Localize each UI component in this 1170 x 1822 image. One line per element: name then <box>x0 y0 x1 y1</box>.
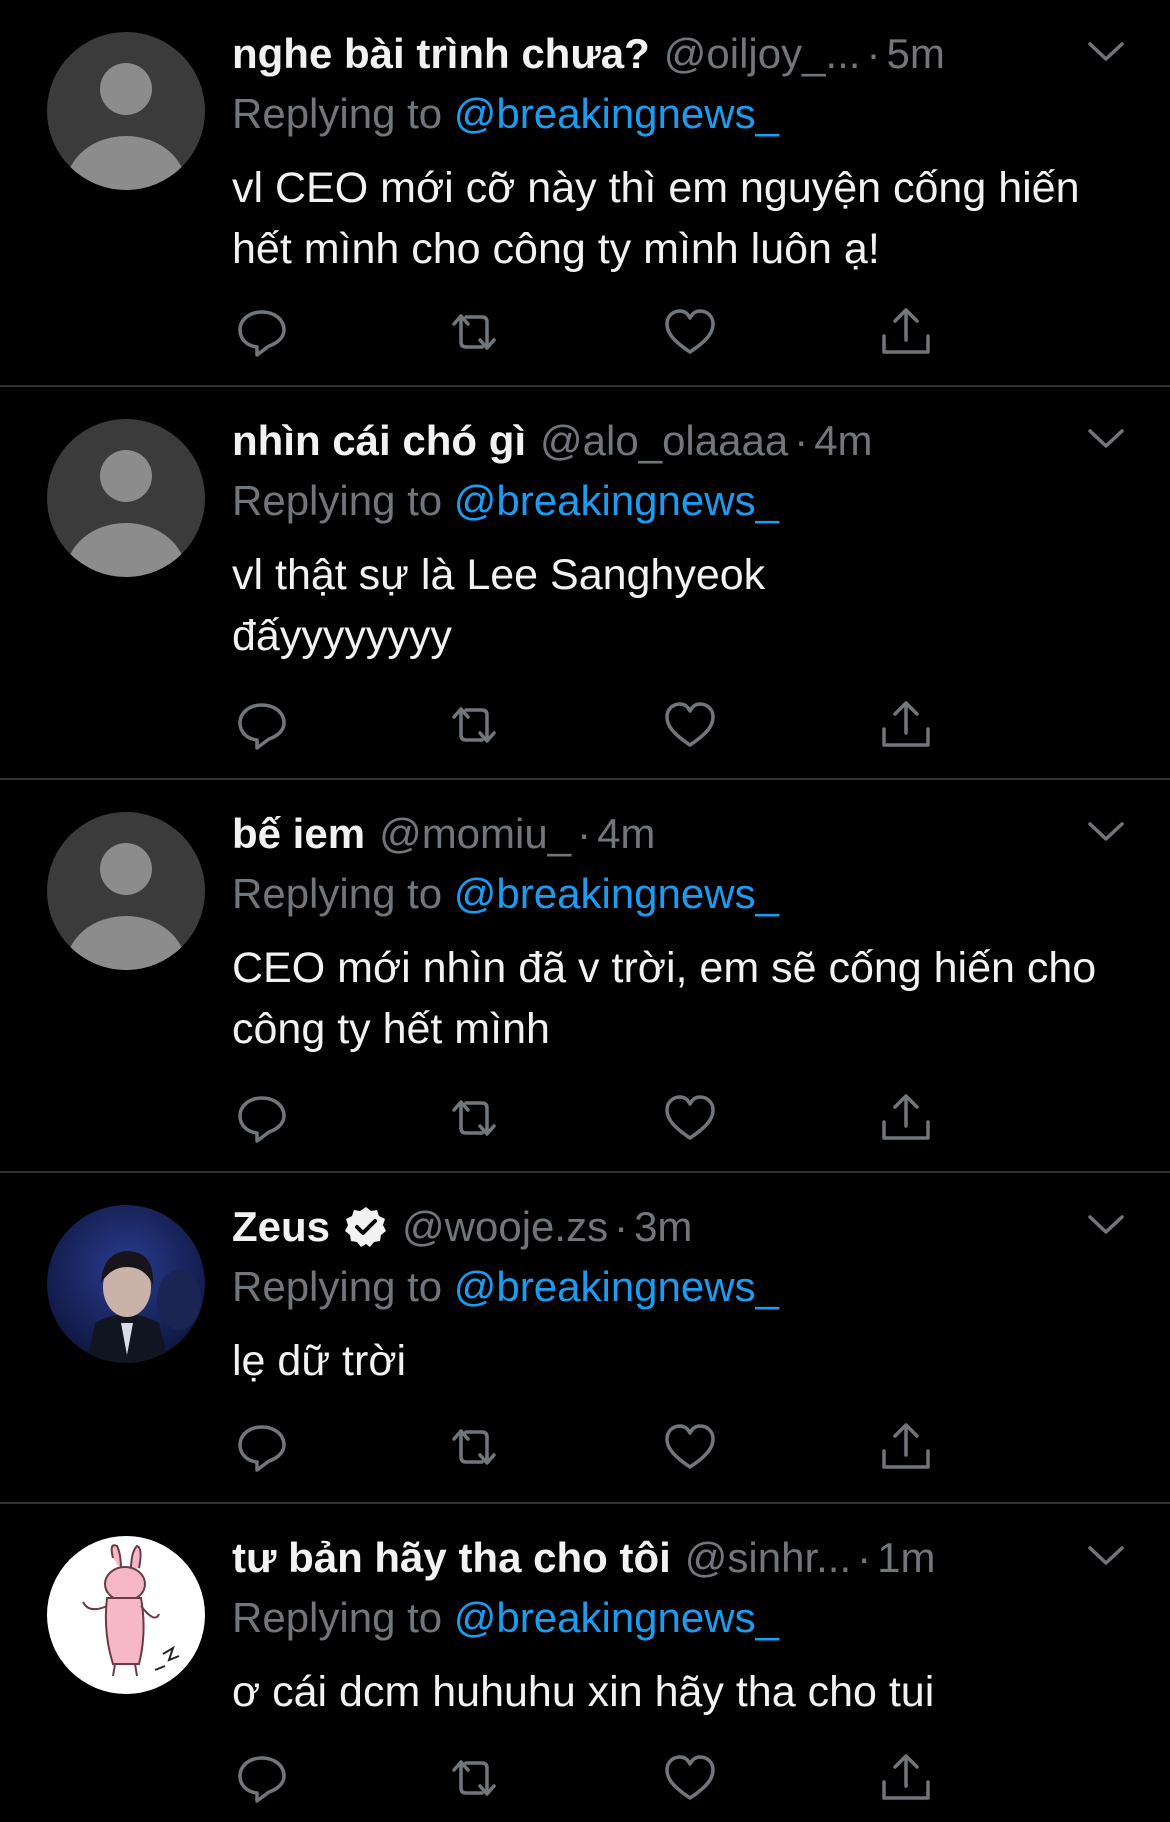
like-icon[interactable] <box>660 302 720 362</box>
chevron-down-icon[interactable] <box>1086 427 1126 451</box>
share-icon[interactable] <box>876 1088 936 1148</box>
tweet-text: CEO mới nhìn đã v trời, em sẽ cống hiến … <box>232 944 1097 1053</box>
retweet-icon[interactable] <box>444 695 504 755</box>
reply-icon[interactable] <box>232 1417 292 1477</box>
mention-link[interactable]: @breakingnews_ <box>454 1263 779 1310</box>
display-name[interactable]: Zeus <box>232 1203 330 1251</box>
reply-icon[interactable] <box>232 1088 292 1148</box>
replying-to: Replying to @breakingnews_ <box>232 90 779 138</box>
retweet-icon[interactable] <box>444 1088 504 1148</box>
replying-to: Replying to @breakingnews_ <box>232 1594 779 1642</box>
retweet-icon[interactable] <box>444 1748 504 1808</box>
retweet-icon[interactable] <box>444 302 504 362</box>
mention-link[interactable]: @breakingnews_ <box>454 477 779 524</box>
tweet-actions <box>232 1748 992 1808</box>
chevron-down-icon[interactable] <box>1086 40 1126 64</box>
tweet-header: tư bản hãy tha cho tôi @sinhr... · 1m <box>232 1534 935 1582</box>
timestamp[interactable]: 4m <box>597 810 655 858</box>
like-icon[interactable] <box>660 695 720 755</box>
default-avatar[interactable] <box>47 32 205 190</box>
tweet-header: nghe bài trình chưa? @oiljoy_... · 5m <box>232 30 945 78</box>
user-handle[interactable]: @sinhr... <box>685 1534 851 1582</box>
display-name[interactable]: bế iem <box>232 810 365 858</box>
default-avatar[interactable] <box>47 812 205 970</box>
share-icon[interactable] <box>876 302 936 362</box>
timestamp[interactable]: 1m <box>877 1534 935 1582</box>
replying-to-label: Replying to <box>232 90 443 137</box>
replying-to-label: Replying to <box>232 1263 443 1310</box>
photo-avatar[interactable] <box>47 1205 205 1363</box>
tweet-text: vl CEO mới cỡ này thì em nguyện cống hiế… <box>232 164 1080 273</box>
chevron-down-icon[interactable] <box>1086 820 1126 844</box>
reply-icon[interactable] <box>232 302 292 362</box>
tweet[interactable]: bế iem @momiu_ · 4m Replying to @breakin… <box>0 780 1170 1173</box>
share-icon[interactable] <box>876 695 936 755</box>
tweet-text: vl thật sự là Lee Sanghyeok đấyyyyyyyy <box>232 551 766 660</box>
display-name[interactable]: nhìn cái chó gì <box>232 417 526 465</box>
mention-link[interactable]: @breakingnews_ <box>454 870 779 917</box>
tweet-actions <box>232 695 992 755</box>
user-handle[interactable]: @wooje.zs <box>402 1203 608 1251</box>
tweet-text: ơ cái dcm huhuhu xin hãy tha cho tui <box>232 1668 935 1716</box>
chevron-down-icon[interactable] <box>1086 1544 1126 1568</box>
tweet-header: nhìn cái chó gì @alo_olaaaa · 4m <box>232 417 873 465</box>
replying-to-label: Replying to <box>232 477 443 524</box>
replying-to-label: Replying to <box>232 1594 443 1641</box>
like-icon[interactable] <box>660 1417 720 1477</box>
replying-to: Replying to @breakingnews_ <box>232 1263 779 1311</box>
timestamp[interactable]: 3m <box>634 1203 692 1251</box>
reply-icon[interactable] <box>232 695 292 755</box>
replying-to-label: Replying to <box>232 870 443 917</box>
user-handle[interactable]: @alo_olaaaa <box>540 417 788 465</box>
timestamp[interactable]: 5m <box>886 30 944 78</box>
separator-dot: · <box>857 1534 872 1581</box>
drawing-avatar[interactable] <box>47 1536 205 1694</box>
user-handle[interactable]: @oiljoy_... <box>664 30 861 78</box>
tweet[interactable]: tư bản hãy tha cho tôi @sinhr... · 1m Re… <box>0 1504 1170 1822</box>
separator-dot: · <box>614 1203 629 1250</box>
mention-link[interactable]: @breakingnews_ <box>454 90 779 137</box>
chevron-down-icon[interactable] <box>1086 1213 1126 1237</box>
display-name[interactable]: tư bản hãy tha cho tôi <box>232 1534 671 1582</box>
reply-icon[interactable] <box>232 1748 292 1808</box>
tweet[interactable]: nghe bài trình chưa? @oiljoy_... · 5m Re… <box>0 0 1170 387</box>
tweet-text: lẹ dữ trời <box>232 1337 407 1385</box>
separator-dot: · <box>794 417 809 464</box>
share-icon[interactable] <box>876 1748 936 1808</box>
separator-dot: · <box>577 810 592 857</box>
share-icon[interactable] <box>876 1417 936 1477</box>
tweet-actions <box>232 1088 992 1148</box>
tweet-actions <box>232 302 992 362</box>
like-icon[interactable] <box>660 1088 720 1148</box>
tweet-actions <box>232 1417 992 1477</box>
timestamp[interactable]: 4m <box>814 417 872 465</box>
display-name[interactable]: nghe bài trình chưa? <box>232 30 650 78</box>
replying-to: Replying to @breakingnews_ <box>232 477 779 525</box>
tweet-header: Zeus @wooje.zs · 3m <box>232 1203 692 1251</box>
mention-link[interactable]: @breakingnews_ <box>454 1594 779 1641</box>
tweet-header: bế iem @momiu_ · 4m <box>232 810 655 858</box>
replying-to: Replying to @breakingnews_ <box>232 870 779 918</box>
tweet[interactable]: Zeus @wooje.zs · 3m Replying to @breakin… <box>0 1173 1170 1504</box>
separator-dot: · <box>866 30 881 77</box>
tweet[interactable]: nhìn cái chó gì @alo_olaaaa · 4m Replyin… <box>0 387 1170 780</box>
verified-badge-icon <box>345 1207 387 1247</box>
like-icon[interactable] <box>660 1748 720 1808</box>
default-avatar[interactable] <box>47 419 205 577</box>
retweet-icon[interactable] <box>444 1417 504 1477</box>
user-handle[interactable]: @momiu_ <box>379 810 571 858</box>
